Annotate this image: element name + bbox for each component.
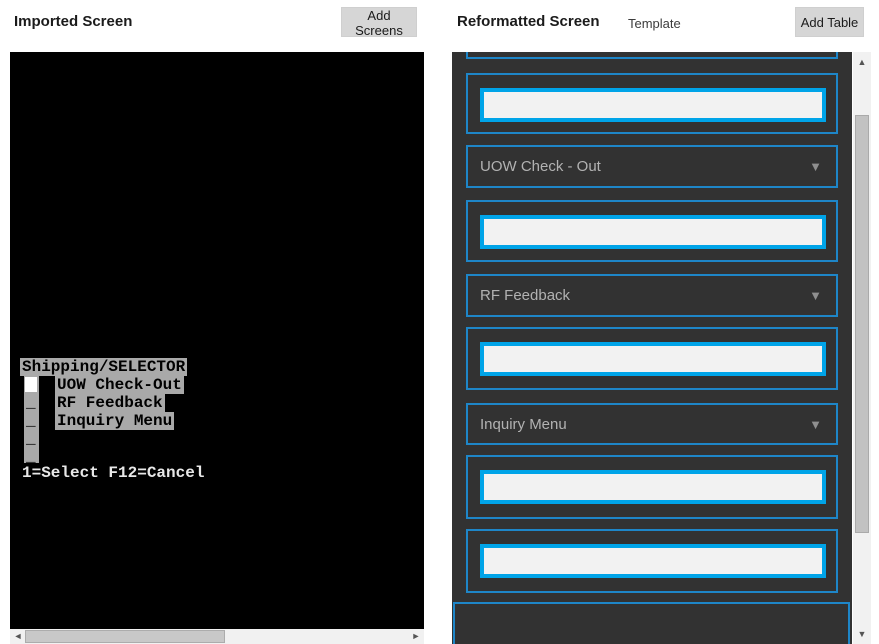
field-group: [466, 455, 838, 519]
dropdown-label: RF Feedback: [480, 287, 570, 304]
dropdown-label: UOW Check - Out: [480, 158, 601, 175]
dropdown-uow-check-out[interactable]: UOW Check - Out ▼: [466, 145, 838, 188]
text-input-field-3[interactable]: [480, 342, 826, 376]
imported-terminal-screen[interactable]: Shipping/SELECTOR _ _ _ _ UOW Check-Out …: [10, 52, 424, 629]
field-group-clipped-top: [466, 52, 838, 59]
dropdown-arrow-icon: ▼: [809, 159, 822, 174]
text-input-field-1[interactable]: [480, 88, 826, 122]
field-group: [466, 529, 838, 593]
scroll-up-arrow-icon[interactable]: ▲: [853, 54, 871, 70]
scroll-right-arrow-icon[interactable]: ►: [408, 629, 424, 644]
screen-mapper-window: Imported Screen Add Screens Shipping/SEL…: [0, 0, 879, 644]
scroll-left-arrow-icon[interactable]: ◄: [10, 629, 26, 644]
field-group: [466, 200, 838, 262]
terminal-footer-keys: 1=Select F12=Cancel: [22, 464, 204, 482]
terminal-title-line: Shipping/SELECTOR: [20, 358, 187, 376]
field-group: [466, 73, 838, 134]
horizontal-scrollbar-thumb[interactable]: [25, 630, 225, 643]
terminal-cursor: [25, 377, 37, 392]
imported-screen-title: Imported Screen: [14, 13, 132, 30]
terminal-input-field: _: [26, 412, 36, 430]
horizontal-scrollbar[interactable]: ◄ ►: [10, 629, 424, 644]
add-screens-button[interactable]: Add Screens: [341, 7, 417, 37]
text-input-field-2[interactable]: [480, 215, 826, 249]
dropdown-arrow-icon: ▼: [809, 288, 822, 303]
terminal-menu-item-rf-feedback: RF Feedback: [55, 394, 165, 412]
reformatted-screen-panel: UOW Check - Out ▼ RF Feedback ▼ Inquiry …: [452, 52, 852, 644]
dropdown-label: Inquiry Menu: [480, 416, 567, 433]
text-input-field-5[interactable]: [480, 544, 826, 578]
table-container-clipped-bottom: [453, 602, 850, 644]
text-input-field-4[interactable]: [480, 470, 826, 504]
field-group: [466, 327, 838, 390]
add-table-button[interactable]: Add Table: [795, 7, 864, 37]
dropdown-arrow-icon: ▼: [809, 417, 822, 432]
terminal-menu-item-uow-check-out: UOW Check-Out: [55, 376, 184, 394]
terminal-input-field: _: [26, 430, 36, 448]
template-label: Template: [628, 16, 681, 31]
vertical-scrollbar-thumb[interactable]: [855, 115, 869, 533]
dropdown-inquiry-menu[interactable]: Inquiry Menu ▼: [466, 403, 838, 445]
terminal-input-column: _ _ _ _: [24, 376, 39, 463]
terminal-input-field: _: [26, 394, 36, 412]
terminal-menu-item-inquiry-menu: Inquiry Menu: [55, 412, 174, 430]
reformatted-screen-title: Reformatted Screen: [457, 13, 600, 30]
dropdown-rf-feedback[interactable]: RF Feedback ▼: [466, 274, 838, 317]
scroll-down-arrow-icon[interactable]: ▼: [853, 626, 871, 642]
vertical-scrollbar[interactable]: ▲ ▼: [853, 52, 871, 644]
